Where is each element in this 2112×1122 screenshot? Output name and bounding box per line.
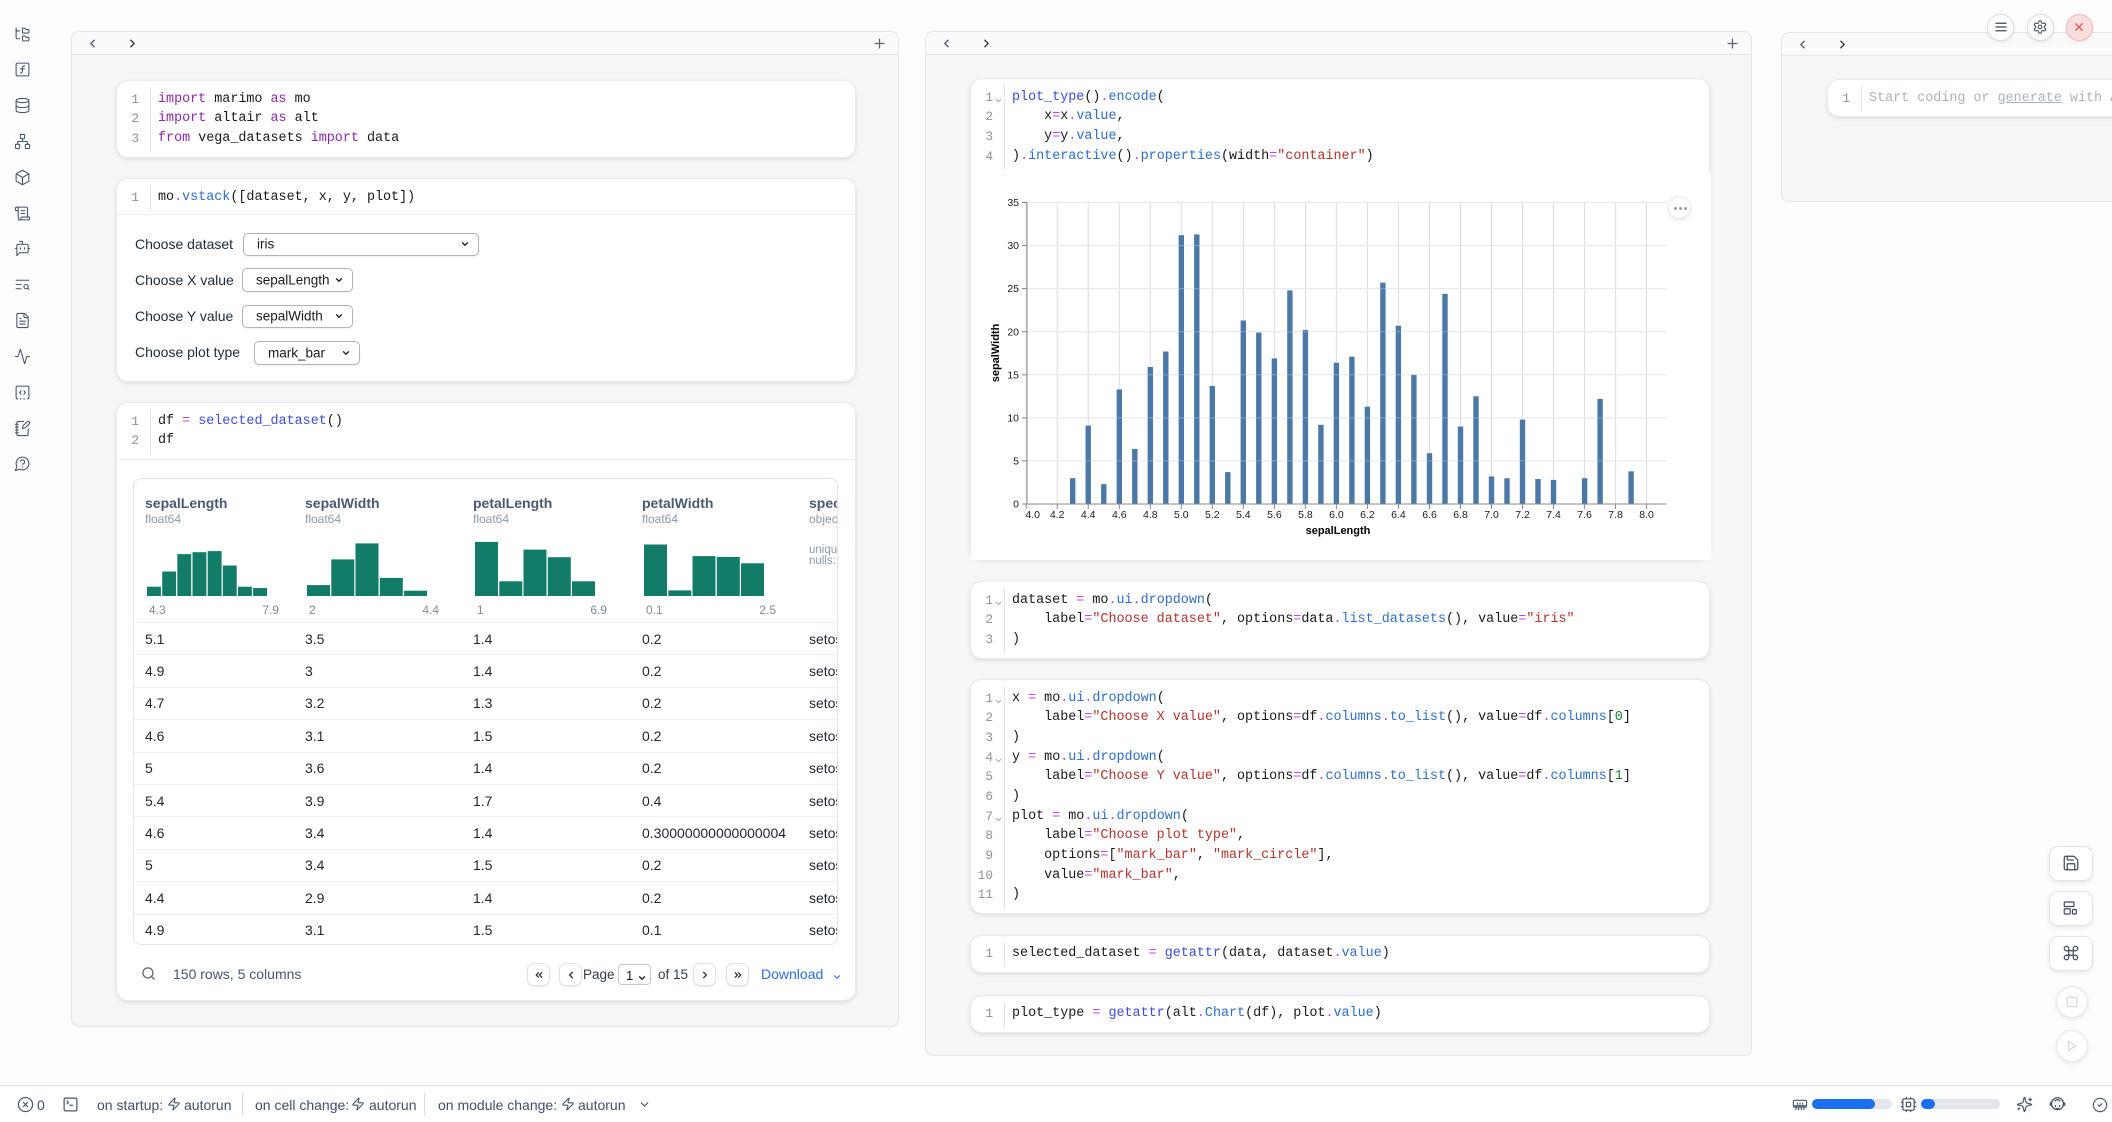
svg-text:6.2: 6.2 xyxy=(1360,509,1375,521)
svg-text:30: 30 xyxy=(1007,240,1019,252)
svg-text:0: 0 xyxy=(1013,499,1019,511)
svg-text:10: 10 xyxy=(1007,413,1019,425)
svg-text:20: 20 xyxy=(1007,326,1019,338)
svg-text:35: 35 xyxy=(1007,197,1019,209)
svg-text:5: 5 xyxy=(1013,456,1019,468)
svg-text:6.0: 6.0 xyxy=(1329,509,1344,521)
svg-text:4.4: 4.4 xyxy=(1081,509,1096,521)
svg-text:sepalLength: sepalLength xyxy=(1306,525,1371,537)
svg-text:25: 25 xyxy=(1007,283,1019,295)
svg-text:4.2: 4.2 xyxy=(1050,509,1065,521)
svg-text:5.0: 5.0 xyxy=(1174,509,1189,521)
svg-text:7.4: 7.4 xyxy=(1546,509,1561,521)
svg-text:7.6: 7.6 xyxy=(1577,509,1592,521)
svg-text:sepalWidth: sepalWidth xyxy=(990,323,1002,382)
svg-text:5.6: 5.6 xyxy=(1267,509,1282,521)
svg-text:8.0: 8.0 xyxy=(1639,509,1654,521)
svg-text:6.8: 6.8 xyxy=(1453,509,1468,521)
svg-text:6.6: 6.6 xyxy=(1422,509,1437,521)
svg-text:5.4: 5.4 xyxy=(1236,509,1251,521)
svg-text:7.0: 7.0 xyxy=(1484,509,1499,521)
svg-text:4.0: 4.0 xyxy=(1025,509,1040,521)
svg-text:4.8: 4.8 xyxy=(1143,509,1158,521)
svg-text:5.8: 5.8 xyxy=(1298,509,1313,521)
svg-text:4.6: 4.6 xyxy=(1112,509,1127,521)
svg-text:7.8: 7.8 xyxy=(1608,509,1623,521)
svg-text:7.2: 7.2 xyxy=(1515,509,1530,521)
svg-text:15: 15 xyxy=(1007,369,1019,381)
svg-text:6.4: 6.4 xyxy=(1391,509,1406,521)
svg-text:5.2: 5.2 xyxy=(1205,509,1220,521)
